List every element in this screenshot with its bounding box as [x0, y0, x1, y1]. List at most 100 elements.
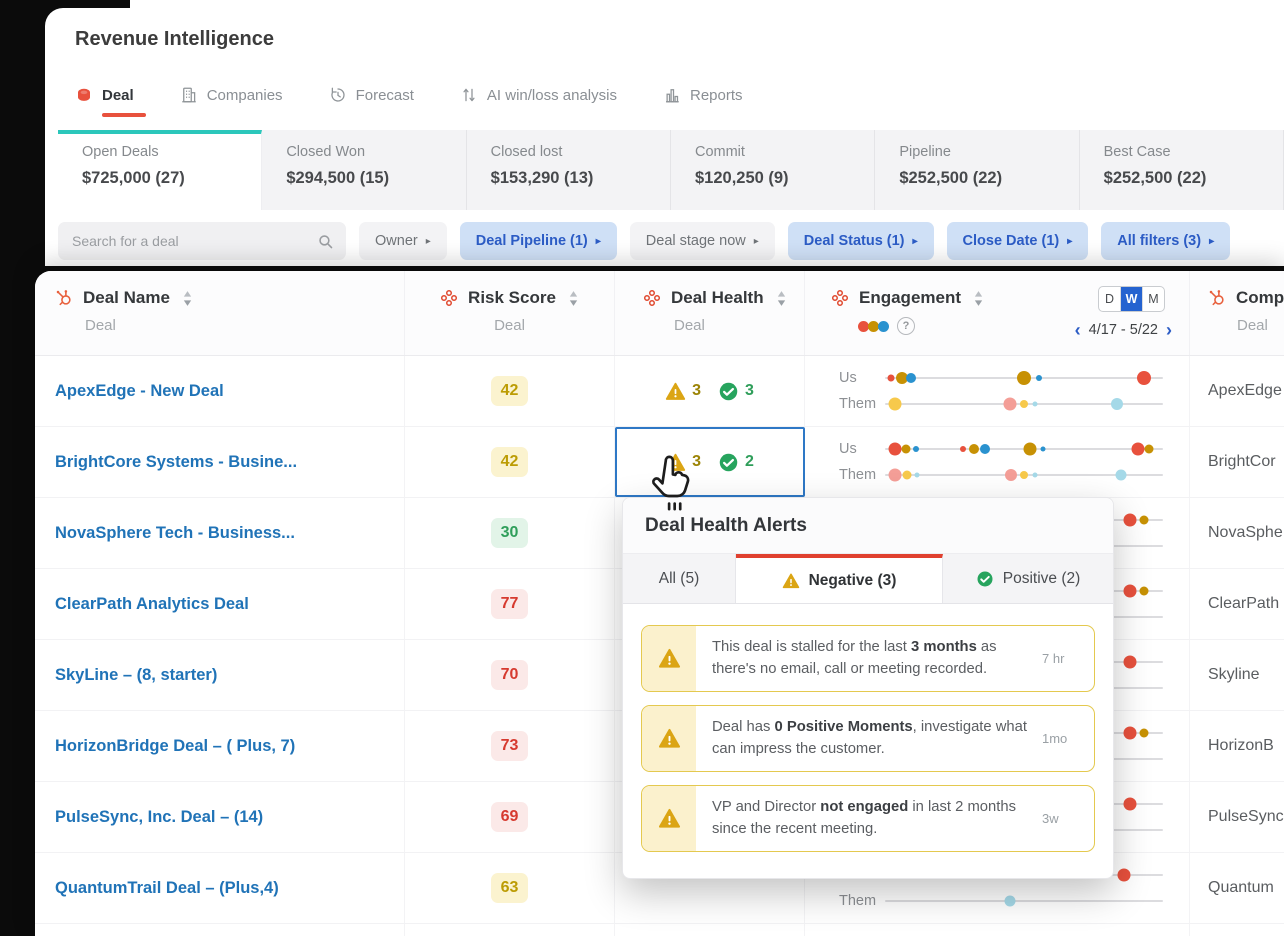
filter-button-all-filters-3[interactable]: All filters (3) ▸: [1101, 222, 1231, 260]
deal-name-link[interactable]: SkyLine – (8, starter): [55, 666, 217, 685]
deal-name-link[interactable]: ApexEdge - New Deal: [55, 382, 224, 401]
toggle-w[interactable]: W: [1121, 287, 1143, 311]
summary-label: Commit: [694, 144, 745, 160]
alert-card: This deal is stalled for the last 3 mont…: [641, 625, 1095, 692]
alert-text: Deal has 0 Positive Moments, investigate…: [712, 719, 1028, 758]
tab-deal[interactable]: Deal: [75, 86, 146, 117]
filter-button-close-date-1[interactable]: Close Date (1) ▸: [946, 222, 1089, 260]
summary-card-open-deals[interactable]: Open Deals $725,000 (27): [58, 130, 263, 210]
deal-name-link[interactable]: NovaSphere Tech - Business...: [55, 524, 295, 543]
filter-button-deal-pipeline-1[interactable]: Deal Pipeline (1) ▸: [459, 222, 617, 260]
risk-score-cell: 73: [405, 711, 615, 781]
hubspot-icon: [1208, 289, 1226, 307]
company-name[interactable]: PulseSync: [1208, 808, 1284, 826]
engagement-them-line: Them: [839, 467, 1163, 483]
forecast-icon: [329, 86, 347, 104]
engagement-dot: [980, 444, 991, 454]
company-name[interactable]: ClearPath: [1208, 595, 1279, 613]
column-subtitle: Deal: [494, 317, 525, 334]
deal-name-link[interactable]: QuantumTrail Deal – (Plus,4): [55, 879, 279, 898]
column-header-company[interactable]: Comp Deal: [1190, 271, 1284, 355]
column-header-deal-name[interactable]: Deal Name Deal: [35, 271, 405, 355]
positive-alerts: 3: [718, 381, 754, 402]
column-header-deal-health[interactable]: Deal Health Deal: [615, 271, 805, 355]
deal-health-cell[interactable]: 32: [615, 427, 805, 497]
summary-card-closed-lost[interactable]: Closed lost $153,290 (13): [466, 130, 671, 210]
column-header-risk-score[interactable]: Risk Score Deal: [405, 271, 615, 355]
company-name[interactable]: NovaSphe: [1208, 524, 1283, 542]
popup-tabs: All (5) Negative (3) Positive (2): [623, 554, 1113, 604]
popup-tab-all-5[interactable]: All (5): [623, 554, 736, 603]
company-name[interactable]: Skyline: [1208, 666, 1260, 684]
summary-card-closed-won[interactable]: Closed Won $294,500 (15): [262, 130, 467, 210]
deal-name-link[interactable]: PulseSync, Inc. Deal – (14): [55, 808, 263, 827]
filter-button-owner[interactable]: Owner ▸: [359, 222, 447, 260]
legend-dot: [878, 320, 889, 332]
summary-card-best-case[interactable]: Best Case $252,500 (22): [1079, 130, 1284, 210]
deal-name-link[interactable]: HorizonBridge Deal – ( Plus, 7): [55, 737, 295, 756]
sort-icon[interactable]: [973, 290, 984, 307]
engagement-them-label: Them: [839, 467, 877, 483]
popup-tab-label: All (5): [658, 569, 700, 587]
companies-icon: [180, 86, 198, 104]
deal-search[interactable]: [58, 222, 346, 260]
summary-card-pipeline[interactable]: Pipeline $252,500 (22): [875, 130, 1080, 210]
summary-value: $725,000 (27): [82, 169, 185, 187]
summary-card-commit[interactable]: Commit $120,250 (9): [670, 130, 876, 210]
tab-label: Reports: [689, 86, 743, 104]
sort-icon[interactable]: [568, 290, 579, 307]
filter-label: Deal stage now: [645, 233, 746, 249]
engagement-cell: Us Them: [805, 356, 1190, 426]
column-header-engagement[interactable]: Engagement ? DWM ‹ 4/17 - 5/22 ›: [805, 271, 1190, 355]
module-tabs: Deal Companies Forecast AI win/loss analysi…: [75, 86, 743, 117]
company-name[interactable]: HorizonB: [1208, 737, 1274, 755]
engagement-us-line: Us: [839, 441, 1163, 457]
company-name[interactable]: Quantum: [1208, 879, 1274, 897]
engagement-dot: [1123, 726, 1137, 740]
sort-icon[interactable]: [776, 290, 787, 307]
engagement-dot: [959, 446, 966, 452]
positive-alerts: 2: [718, 452, 754, 473]
toggle-m[interactable]: M: [1143, 287, 1164, 311]
filter-button-deal-status-1[interactable]: Deal Status (1) ▸: [787, 222, 934, 260]
company-name[interactable]: ApexEdge: [1208, 382, 1282, 400]
deal-health-cell[interactable]: [615, 924, 805, 936]
engagement-them-label: Them: [839, 396, 877, 412]
engagement-dot: [1123, 655, 1137, 669]
table-row: ApexEdge - New Deal 42 3 3 Us Them ApexEdge: [35, 356, 1284, 427]
tab-companies[interactable]: Companies: [180, 86, 283, 104]
date-range-label: 4/17 - 5/22: [1088, 322, 1158, 338]
prev-range-icon[interactable]: ‹: [1075, 321, 1081, 339]
deal-health-cell[interactable]: 33: [615, 356, 805, 426]
help-icon[interactable]: ?: [897, 317, 915, 335]
toggle-d[interactable]: D: [1099, 287, 1121, 311]
company-cell: ApexEdge: [1190, 356, 1284, 426]
sort-icon[interactable]: [182, 290, 193, 307]
next-range-icon[interactable]: ›: [1166, 321, 1172, 339]
summary-value: $294,500 (15): [286, 169, 390, 187]
popup-tab-negative-3[interactable]: Negative (3): [736, 554, 943, 603]
company-name[interactable]: BrightCor: [1208, 453, 1276, 471]
popup-tab-label: Positive (2): [1002, 569, 1081, 587]
risk-score-badge: 42: [491, 447, 528, 477]
search-icon: [317, 233, 334, 250]
column-subtitle: Deal: [85, 317, 116, 334]
tab-reports[interactable]: Reports: [663, 86, 743, 104]
alert-text: This deal is stalled for the last 3 mont…: [712, 639, 997, 678]
tab-ai-win-loss-analysis[interactable]: AI win/loss analysis: [460, 86, 617, 104]
check-icon: [976, 570, 994, 588]
engagement-dot: [906, 373, 917, 383]
negative-alerts: 3: [665, 381, 701, 402]
alert-icon-zone: [642, 706, 696, 771]
alert-timestamp: 3w: [1042, 811, 1059, 826]
filter-button-deal-stage-now[interactable]: Deal stage now ▸: [629, 222, 775, 260]
tab-forecast[interactable]: Forecast: [329, 86, 414, 104]
risk-score-badge: 70: [491, 660, 528, 690]
risk-score-cell: 42: [405, 427, 615, 497]
deal-name-link[interactable]: ClearPath Analytics Deal: [55, 595, 249, 614]
column-title: Deal Name: [83, 288, 170, 307]
alert-icon-zone: [642, 626, 696, 691]
search-input[interactable]: [70, 232, 317, 250]
deal-name-link[interactable]: BrightCore Systems - Busine...: [55, 453, 297, 472]
popup-tab-positive-2[interactable]: Positive (2): [943, 554, 1113, 603]
